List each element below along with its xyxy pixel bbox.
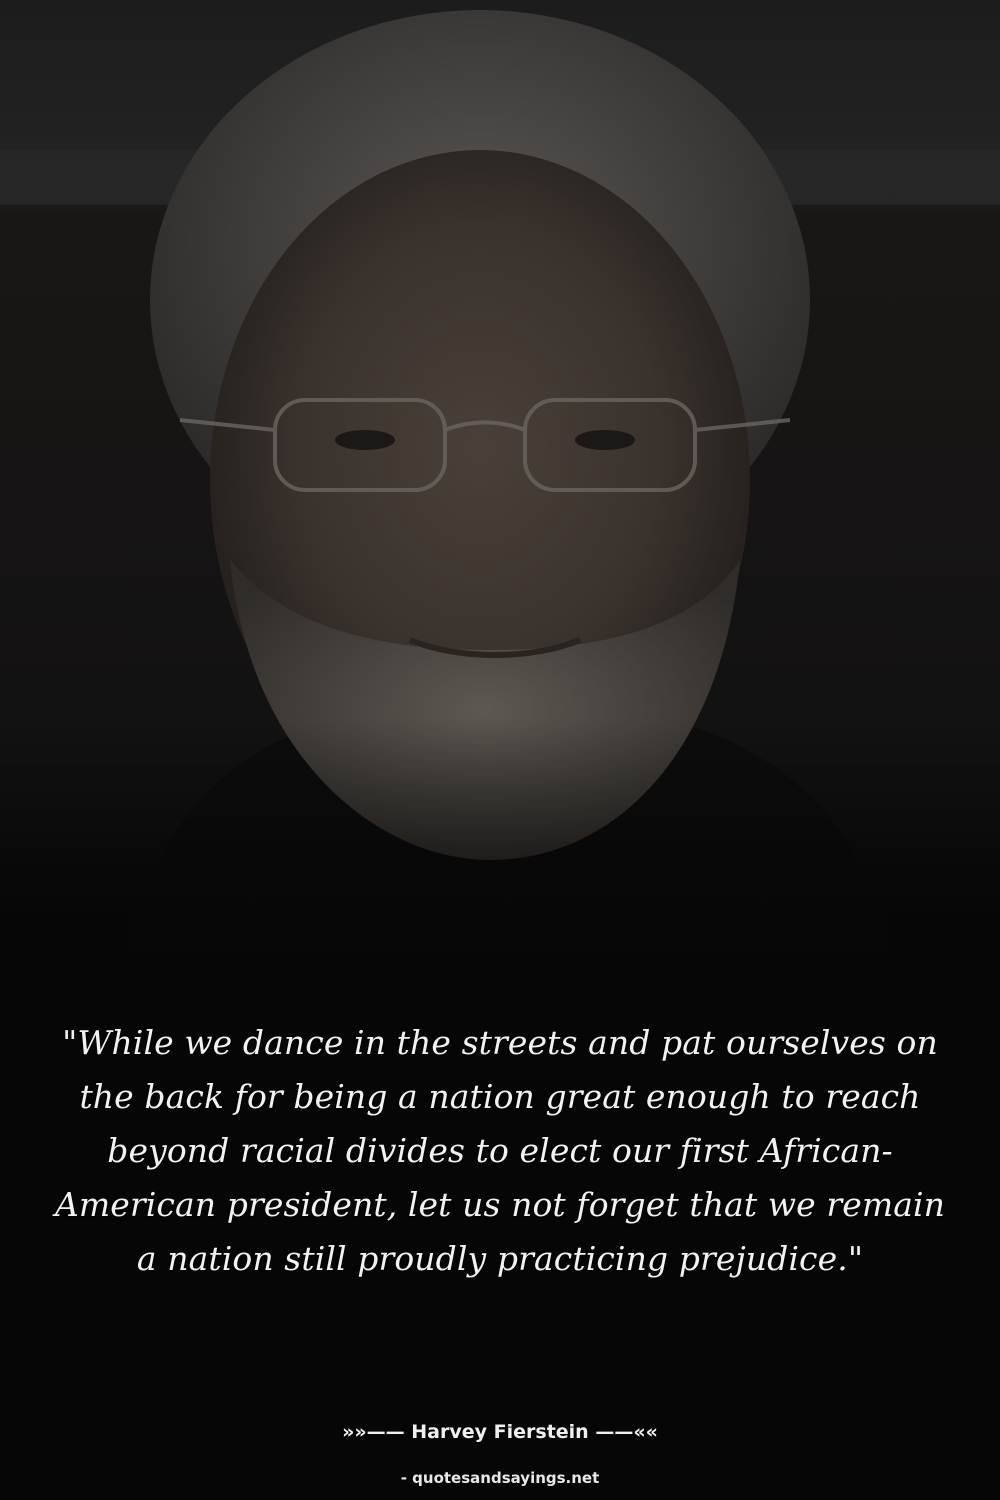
source-link[interactable]: - quotesandsayings.net	[0, 1468, 1000, 1488]
quote-text: "While we dance in the streets and pat o…	[54, 1023, 946, 1278]
author-attribution: »»—— Harvey Fierstein ——««	[342, 1421, 658, 1443]
quote-card: "While we dance in the streets and pat o…	[0, 0, 1000, 1500]
